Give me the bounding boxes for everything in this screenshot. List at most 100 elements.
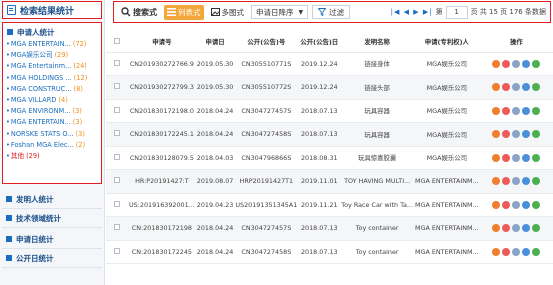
checkbox[interactable] xyxy=(114,130,120,137)
app-no-cell[interactable]: CN:201830172245 xyxy=(128,240,196,264)
title-cell[interactable]: Toy container xyxy=(340,240,414,264)
applicant-item[interactable]: •MGA VILLARD (4) xyxy=(6,95,101,106)
download-icon[interactable] xyxy=(532,153,541,162)
detail-icon[interactable] xyxy=(512,247,521,256)
col-pub-no[interactable]: 公开(公告)号 xyxy=(234,32,299,53)
download-icon[interactable] xyxy=(532,106,541,115)
checkbox[interactable] xyxy=(114,83,120,90)
favorite-icon[interactable] xyxy=(492,59,501,68)
title-cell[interactable]: Toy container xyxy=(340,216,414,241)
pub-no-cell[interactable]: CN304796866S xyxy=(234,146,299,170)
analysis-icon[interactable] xyxy=(502,224,511,233)
checkbox[interactable] xyxy=(114,153,120,160)
favorite-icon[interactable] xyxy=(492,247,501,256)
checkbox[interactable] xyxy=(114,224,120,231)
applicant-name[interactable]: MGA HOLDINGS ... xyxy=(11,74,72,82)
inventor-stats-section[interactable]: 发明人统计 xyxy=(2,190,102,209)
publication-date-stats-section[interactable]: 公开日统计 xyxy=(2,249,102,268)
applicant-cell[interactable]: MGA娱乐公司 xyxy=(414,122,480,147)
detail-icon[interactable] xyxy=(512,130,521,139)
table-row[interactable]: CN201830128079.5 2018.04.03 CN304796866S 20… xyxy=(106,146,553,170)
row-select-cell[interactable] xyxy=(106,146,128,170)
applicant-cell[interactable]: MGA娱乐公司 xyxy=(414,99,480,123)
download-icon[interactable] xyxy=(532,83,541,92)
row-select-cell[interactable] xyxy=(106,75,128,100)
applicant-name[interactable]: 其他 xyxy=(11,152,24,160)
detail-icon[interactable] xyxy=(512,153,521,162)
pub-no-cell[interactable]: CN304727457S xyxy=(234,216,299,241)
row-select-cell[interactable] xyxy=(106,122,128,147)
download-icon[interactable] xyxy=(532,247,541,256)
title-cell[interactable]: Toy Race Car with Ta... xyxy=(340,193,414,217)
applicant-item[interactable]: •NORSKE STATS O... (3) xyxy=(6,129,101,140)
applicant-item[interactable]: •MGA Entertainm... (24) xyxy=(6,61,101,72)
detail-icon[interactable] xyxy=(512,83,521,92)
title-cell[interactable]: 玩具容器 xyxy=(340,122,414,147)
title-cell[interactable]: 玩具容器 xyxy=(340,99,414,123)
app-no-cell[interactable]: CN201930272799.3 xyxy=(128,75,196,100)
applicant-name[interactable]: MGA CONSTRUC... xyxy=(11,85,72,93)
applicant-item[interactable]: •MGA HOLDINGS ... (12) xyxy=(6,73,101,84)
col-app-no[interactable]: 申请号 xyxy=(128,32,196,53)
applicant-item[interactable]: •MGA CONSTRUC... (8) xyxy=(6,84,101,95)
app-no-cell[interactable]: CN201930272766.9 xyxy=(128,52,196,76)
analysis-icon[interactable] xyxy=(502,247,511,256)
table-row[interactable]: HR:P20191427:T 2019.08.07 HRP20191427T1 201… xyxy=(106,169,553,194)
search-mode-button[interactable]: 搜索式 xyxy=(118,5,160,20)
detail-icon[interactable] xyxy=(512,106,521,115)
search-similar-icon[interactable] xyxy=(522,224,531,233)
search-similar-icon[interactable] xyxy=(522,153,531,162)
checkbox[interactable] xyxy=(114,247,120,254)
title-cell[interactable]: 玩具惊喜胶囊 xyxy=(340,146,414,170)
filter-button[interactable]: 过滤 xyxy=(312,5,351,19)
title-cell[interactable]: 链接身体 xyxy=(340,52,414,76)
title-cell[interactable]: 链接头部 xyxy=(340,75,414,100)
table-row[interactable]: US:201916392001... 2019.04.23 US2019135134… xyxy=(106,193,553,217)
applicant-stats-title[interactable]: 申请人统计 xyxy=(3,25,101,39)
pub-no-cell[interactable]: CN304727458S xyxy=(234,240,299,264)
favorite-icon[interactable] xyxy=(492,224,501,233)
analysis-icon[interactable] xyxy=(502,153,511,162)
applicant-item[interactable]: •MGA ENTERTAIN... (72) xyxy=(6,39,101,50)
download-icon[interactable] xyxy=(532,200,541,209)
pub-no-cell[interactable]: CN305510772S xyxy=(234,75,299,100)
pub-no-cell[interactable]: HRP20191427T1 xyxy=(234,169,299,194)
applicant-name[interactable]: NORSKE STATS O... xyxy=(11,130,74,138)
table-row[interactable]: CN:201830172198 2018.04.24 CN304727457S 201… xyxy=(106,216,553,241)
search-similar-icon[interactable] xyxy=(522,177,531,186)
download-icon[interactable] xyxy=(532,224,541,233)
table-row[interactable]: CN201830172198.0 2018.04.24 CN304727457S 20… xyxy=(106,99,553,123)
pub-no-cell[interactable]: CN304727458S xyxy=(234,122,299,147)
favorite-icon[interactable] xyxy=(492,153,501,162)
app-no-cell[interactable]: CN201830172198.0 xyxy=(128,99,196,123)
sort-select[interactable]: 申请日降序 ▼ xyxy=(251,5,309,19)
row-select-cell[interactable] xyxy=(106,240,128,264)
pub-no-cell[interactable]: US20191351345A1 xyxy=(234,193,299,217)
download-icon[interactable] xyxy=(532,177,541,186)
applicant-item[interactable]: •Foshan MGA Elec... (2) xyxy=(6,140,101,151)
applicant-cell[interactable]: MGA娱乐公司 xyxy=(414,146,480,170)
search-similar-icon[interactable] xyxy=(522,247,531,256)
search-similar-icon[interactable] xyxy=(522,200,531,209)
table-row[interactable]: CN:201830172245 2018.04.24 CN304727458S 201… xyxy=(106,240,553,264)
applicant-cell[interactable]: MGA ENTERTAINM... xyxy=(414,240,480,264)
app-no-cell[interactable]: CN:201830172198 xyxy=(128,216,196,241)
applicant-item[interactable]: •MGA ENVIRONM... (3) xyxy=(6,106,101,117)
applicant-name[interactable]: MGA娱乐公司 xyxy=(11,51,53,59)
table-row[interactable]: CN201930272799.3 2019.05.30 CN305510772S 20… xyxy=(106,75,553,100)
detail-icon[interactable] xyxy=(512,200,521,209)
table-row[interactable]: CN201930272766.9 2019.05.30 CN305510771S 20… xyxy=(106,52,553,76)
row-select-cell[interactable] xyxy=(106,52,128,76)
row-select-cell[interactable] xyxy=(106,169,128,194)
favorite-icon[interactable] xyxy=(492,177,501,186)
select-all-checkbox[interactable] xyxy=(106,32,128,53)
applicant-cell[interactable]: MGA ENTERTAINM... xyxy=(414,193,480,217)
col-applicant[interactable]: 申请(专利权)人 xyxy=(414,32,480,53)
search-similar-icon[interactable] xyxy=(522,83,531,92)
search-similar-icon[interactable] xyxy=(522,130,531,139)
search-similar-icon[interactable] xyxy=(522,106,531,115)
applicant-cell[interactable]: MGA娱乐公司 xyxy=(414,52,480,76)
checkbox[interactable] xyxy=(114,37,120,44)
applicant-name[interactable]: MGA ENTERTAIN... xyxy=(11,118,71,126)
analysis-icon[interactable] xyxy=(502,59,511,68)
